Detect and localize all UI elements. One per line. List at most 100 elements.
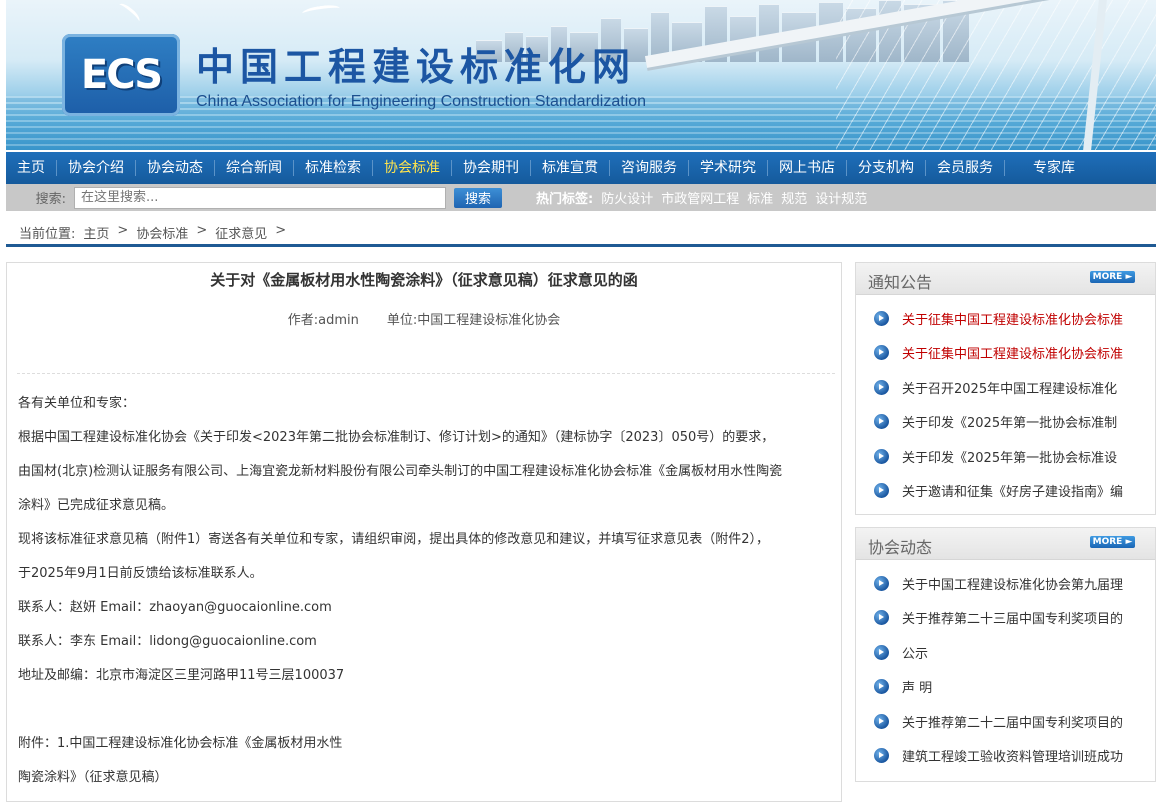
article-panel: 关于对《金属板材用水性陶瓷涂料》（征求意见稿）征求意见的函 作者:admin 单… [6,262,842,802]
arrow-bullet-icon [874,345,889,361]
notice-item[interactable]: 关于印发《2025年第一批协会标准制 [856,405,1155,440]
hot-tags-label: 热门标签: [536,192,594,207]
hot-tag-link[interactable]: 规范 [781,188,807,207]
arrow-bullet-icon [874,379,889,395]
news-item-label[interactable]: 建筑工程竣工验收资料管理培训班成功 [902,746,1123,765]
breadcrumb-separator: > [117,223,129,238]
news-panel: 协会动态 MORE ► 关于中国工程建设标准化协会第九届理 关于推荐第二十三届中国… [855,527,1156,782]
article-unit: 单位:中国工程建设标准化协会 [386,313,561,328]
nav-item-home[interactable]: 主页 [6,160,57,176]
contact-line: 联系人：赵妍 Email：zhaoyan@guocaionline.com [18,600,332,615]
notice-item-label[interactable]: 关于印发《2025年第一批协会标准制 [902,412,1117,431]
attachment-link[interactable]: 附件：1.中国工程建设标准化协会标准《金属板材用水性 [18,727,833,761]
news-list: 关于中国工程建设标准化协会第九届理 关于推荐第二十三届中国专利奖项目的 公示声 明关… [856,560,1155,773]
nav-item-member-services[interactable]: 会员服务 [926,160,1005,176]
article-title: 关于对《金属板材用水性陶瓷涂料》（征求意见稿）征求意见的函 [210,271,638,289]
bird-icon [301,3,341,19]
article-paragraph: 涂料》已完成征求意见稿。 [18,498,175,513]
search-input[interactable] [74,186,446,209]
site-subtitle: China Association for Engineering Constr… [196,93,647,110]
article-author: 作者:admin [287,313,359,328]
site-title: 中国工程建设标准化网 [196,44,637,89]
notice-item[interactable]: 关于邀请和征集《好房子建设指南》编 [856,474,1155,509]
notice-more-button[interactable]: MORE ► [1090,271,1135,283]
nav-item-standard-promotion[interactable]: 标准宣贯 [531,160,610,176]
ecs-logo[interactable]: ECS [62,34,180,116]
breadcrumb-separator: > [196,223,208,238]
arrow-bullet-icon [874,679,889,695]
news-item[interactable]: 关于推荐第二十二届中国专利奖项目的 [856,704,1155,739]
news-item-label[interactable]: 关于中国工程建设标准化协会第九届理 [902,574,1123,593]
breadcrumb: 当前位置: 主页 > 协会标准 > 征求意见 > [19,223,286,242]
news-item-label[interactable]: 关于推荐第二十三届中国专利奖项目的 [902,608,1123,627]
news-item[interactable]: 关于推荐第二十三届中国专利奖项目的 [856,601,1155,636]
notice-item[interactable]: 关于召开2025年中国工程建设标准化 [856,370,1155,405]
logo-text: ECS [80,52,163,98]
breadcrumb-divider [6,244,1156,247]
notice-title: 通知公告 [868,273,933,292]
nav-item-branches[interactable]: 分支机构 [847,160,926,176]
notice-header: 通知公告 MORE ► [856,263,1155,295]
news-item-label[interactable]: 公示 [902,643,928,662]
site-banner: ECS 中国工程建设标准化网 China Association for Eng… [6,0,1156,150]
arrow-bullet-icon [874,448,889,464]
breadcrumb-link-home[interactable]: 主页 [83,223,109,242]
arrow-bullet-icon [874,748,889,764]
news-title: 协会动态 [868,538,933,557]
hot-tag-link[interactable]: 市政管网工程 [661,188,739,207]
arrow-bullet-icon [874,575,889,591]
news-more-button[interactable]: MORE ► [1090,536,1135,548]
news-item[interactable]: 关于中国工程建设标准化协会第九届理 [856,566,1155,601]
more-label: MORE [1092,272,1123,282]
arrow-bullet-icon [874,414,889,430]
notice-item-label[interactable]: 关于征集中国工程建设标准化协会标准 [902,343,1123,362]
notice-item[interactable]: 关于征集中国工程建设标准化协会标准 [856,336,1155,371]
nav-item-journal[interactable]: 协会期刊 [452,160,531,176]
nav-item-association-news[interactable]: 协会动态 [136,160,215,176]
article-body: 各有关单位和专家： 根据中国工程建设标准化协会《关于印发<2023年第二批协会标… [18,387,833,795]
article-paragraph: 于2025年9月1日前反馈给该标准联系人。 [18,566,263,581]
hot-tag-link[interactable]: 标准 [747,188,773,207]
nav-item-general-news[interactable]: 综合新闻 [215,160,294,176]
news-item[interactable]: 公示 [856,635,1155,670]
news-item-label[interactable]: 声 明 [902,677,932,696]
notice-item[interactable]: 关于征集中国工程建设标准化协会标准 [856,301,1155,336]
article-paragraph: 根据中国工程建设标准化协会《关于印发<2023年第二批协会标准制订、修订计划>的… [18,430,775,445]
notice-list: 关于征集中国工程建设标准化协会标准 关于征集中国工程建设标准化协会标准 关于召开20… [856,295,1155,508]
article-divider [17,373,835,374]
address-line: 地址及邮编：北京市海淀区三里河路甲11号三层100037 [18,668,345,683]
news-item-label[interactable]: 关于推荐第二十二届中国专利奖项目的 [902,712,1123,731]
news-header: 协会动态 MORE ► [856,528,1155,560]
arrow-bullet-icon [874,713,889,729]
notice-item[interactable]: 关于印发《2025年第一批协会标准设 [856,439,1155,474]
article-meta: 作者:admin 单位:中国工程建设标准化协会 [7,309,841,328]
notice-item-label[interactable]: 关于印发《2025年第一批协会标准设 [902,447,1117,466]
breadcrumb-link-comments[interactable]: 征求意见 [215,223,267,242]
notice-item-label[interactable]: 关于征集中国工程建设标准化协会标准 [902,309,1123,328]
notice-item-label[interactable]: 关于邀请和征集《好房子建设指南》编 [902,481,1123,500]
nav-item-about[interactable]: 协会介绍 [57,160,136,176]
arrow-bullet-icon [874,483,889,499]
breadcrumb-separator: > [275,223,287,238]
nav-item-standard-search[interactable]: 标准检索 [294,160,373,176]
nav-item-expert-library[interactable]: 专家库 [1005,160,1086,176]
breadcrumb-link-standards[interactable]: 协会标准 [136,223,188,242]
bird-icon [115,0,143,26]
nav-item-academic[interactable]: 学术研究 [689,160,768,176]
nav-item-bookstore[interactable]: 网上书店 [768,160,847,176]
news-item[interactable]: 声 明 [856,670,1155,705]
article-paragraph: 现将该标准征求意见稿（附件1）寄送各有关单位和专家，请组织审阅，提出具体的修改意… [18,532,770,547]
article-paragraph: 各有关单位和专家： [18,396,136,411]
breadcrumb-label: 当前位置: [19,227,76,242]
hot-tag-link[interactable]: 防火设计 [601,188,653,207]
news-item[interactable]: 建筑工程竣工验收资料管理培训班成功 [856,739,1155,774]
notice-item-label[interactable]: 关于召开2025年中国工程建设标准化 [902,378,1117,397]
nav-item-association-standards[interactable]: 协会标准 [373,160,452,176]
hot-tag-link[interactable]: 设计规范 [815,188,867,207]
article-paragraph: 由国材(北京)检测认证服务有限公司、上海宜瓷龙新材料股份有限公司牵头制订的中国工… [18,464,783,479]
more-label: MORE [1092,537,1123,547]
search-button[interactable]: 搜索 [454,187,502,208]
arrow-bullet-icon [874,310,889,326]
attachment-link[interactable]: 陶瓷涂料》（征求意见稿） [18,761,833,795]
nav-item-consulting[interactable]: 咨询服务 [610,160,689,176]
